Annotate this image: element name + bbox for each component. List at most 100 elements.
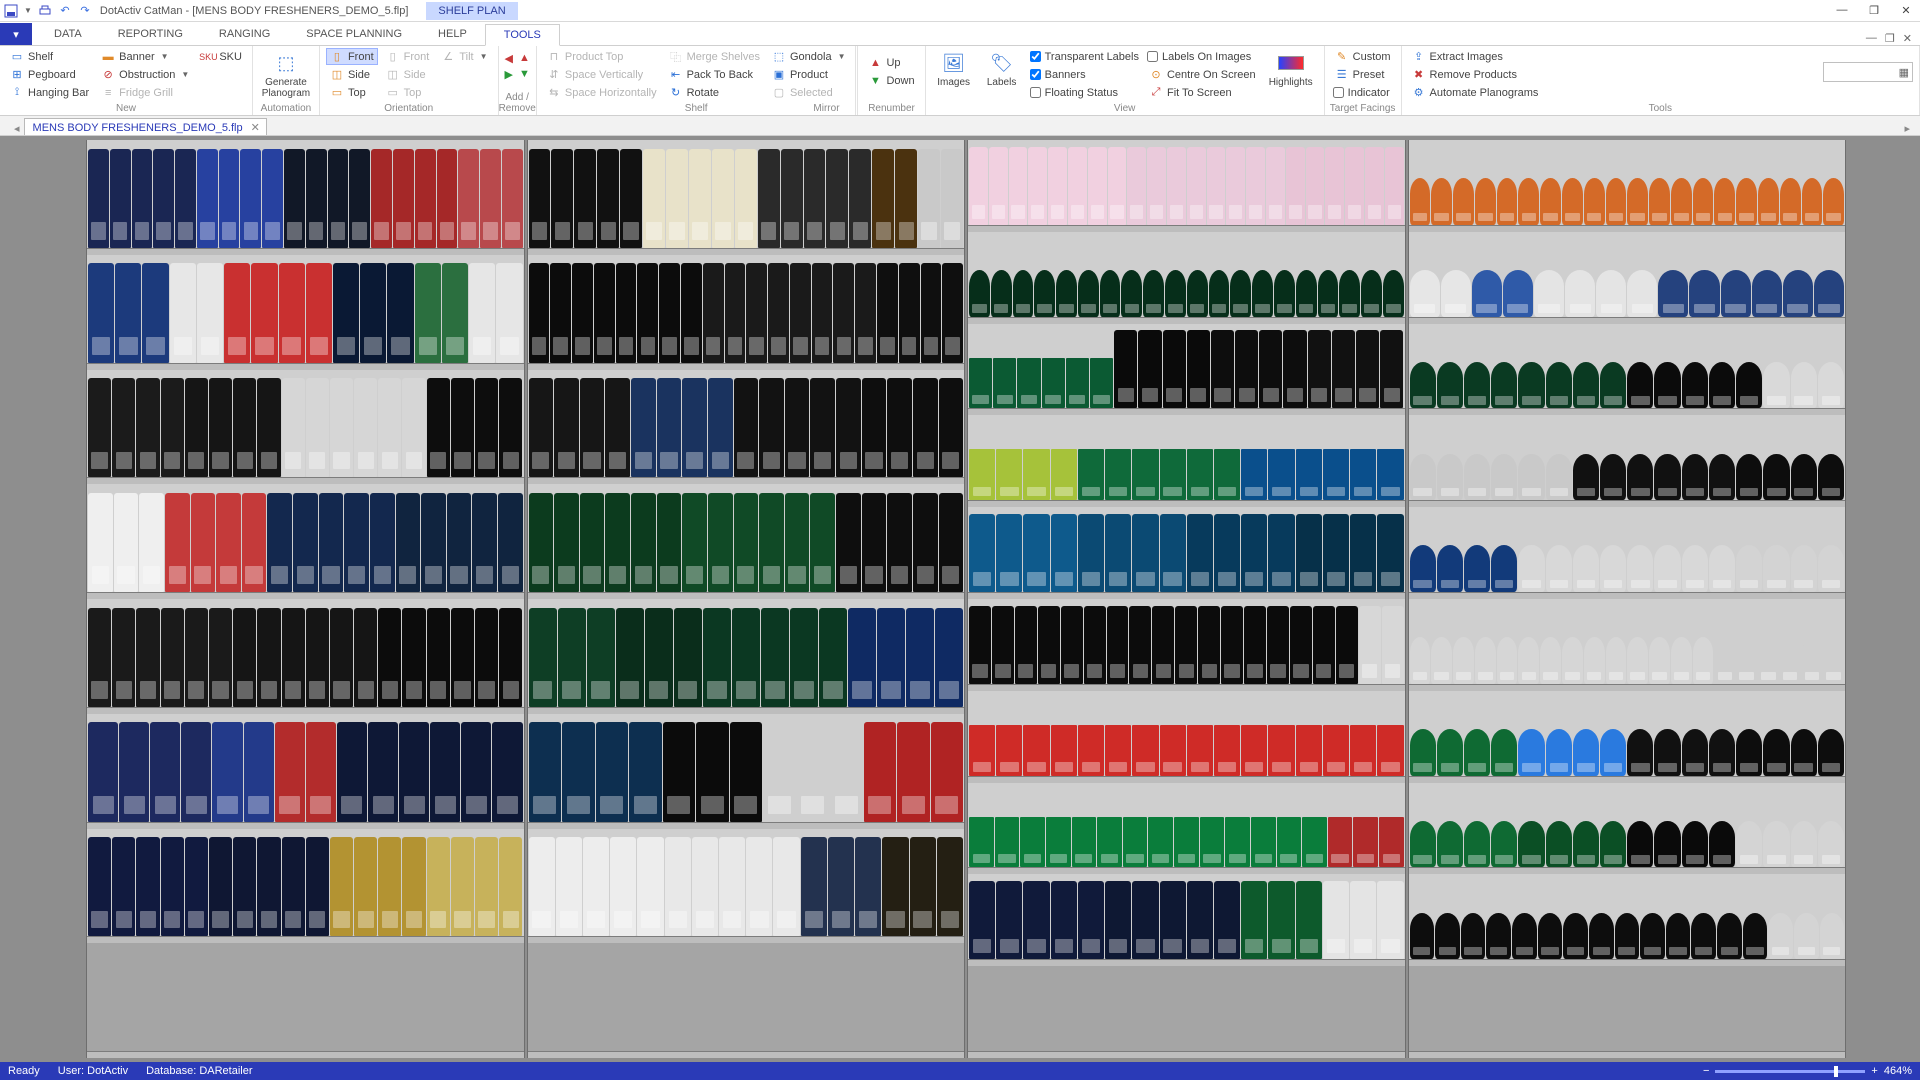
product[interactable] bbox=[801, 837, 827, 936]
product[interactable] bbox=[969, 817, 994, 868]
product[interactable] bbox=[1302, 817, 1327, 868]
product[interactable] bbox=[437, 149, 458, 248]
product[interactable] bbox=[1768, 913, 1793, 960]
product[interactable] bbox=[191, 493, 216, 592]
product[interactable] bbox=[996, 881, 1022, 959]
product[interactable] bbox=[1160, 725, 1186, 776]
shelf[interactable] bbox=[968, 140, 1405, 232]
product[interactable] bbox=[583, 837, 609, 936]
product[interactable] bbox=[921, 263, 942, 362]
document-tab-close[interactable]: ✕ bbox=[251, 121, 260, 134]
product[interactable] bbox=[1332, 330, 1355, 408]
product[interactable] bbox=[572, 263, 593, 362]
product[interactable] bbox=[1649, 178, 1670, 225]
product[interactable] bbox=[136, 608, 159, 707]
product[interactable] bbox=[244, 722, 274, 821]
product[interactable] bbox=[1267, 606, 1289, 684]
product[interactable] bbox=[306, 722, 336, 821]
product[interactable] bbox=[1046, 817, 1071, 868]
product[interactable] bbox=[378, 837, 401, 936]
product[interactable] bbox=[354, 837, 377, 936]
product[interactable] bbox=[1345, 147, 1364, 225]
product[interactable] bbox=[969, 606, 991, 684]
product[interactable] bbox=[1187, 881, 1213, 959]
product[interactable] bbox=[1268, 449, 1294, 500]
product[interactable] bbox=[399, 722, 429, 821]
product[interactable] bbox=[1794, 913, 1819, 960]
product[interactable] bbox=[1600, 821, 1626, 868]
product[interactable] bbox=[1283, 330, 1306, 408]
product[interactable] bbox=[1323, 514, 1349, 592]
product[interactable] bbox=[430, 722, 460, 821]
product[interactable] bbox=[1497, 637, 1518, 684]
arrow-down-icon[interactable]: ▼ bbox=[519, 68, 530, 81]
product[interactable] bbox=[558, 608, 586, 707]
product[interactable] bbox=[458, 149, 479, 248]
product[interactable] bbox=[1763, 729, 1789, 776]
product[interactable] bbox=[209, 837, 232, 936]
product[interactable] bbox=[427, 378, 450, 477]
product[interactable] bbox=[387, 263, 413, 362]
product[interactable] bbox=[1600, 545, 1626, 592]
product[interactable] bbox=[330, 837, 353, 936]
product[interactable] bbox=[1671, 178, 1692, 225]
product[interactable] bbox=[529, 378, 554, 477]
product[interactable] bbox=[1714, 178, 1735, 225]
product[interactable] bbox=[469, 263, 495, 362]
product[interactable] bbox=[498, 493, 523, 592]
product[interactable] bbox=[1163, 330, 1186, 408]
product[interactable] bbox=[1818, 454, 1844, 501]
product[interactable] bbox=[1028, 147, 1047, 225]
product[interactable] bbox=[790, 263, 811, 362]
product[interactable] bbox=[1410, 362, 1436, 409]
product[interactable] bbox=[1627, 178, 1648, 225]
product[interactable] bbox=[1518, 729, 1544, 776]
product[interactable] bbox=[897, 722, 930, 821]
product[interactable] bbox=[918, 149, 940, 248]
product[interactable] bbox=[1562, 178, 1583, 225]
product[interactable] bbox=[1023, 514, 1049, 592]
product[interactable] bbox=[1410, 821, 1436, 868]
product[interactable] bbox=[734, 493, 759, 592]
shelf[interactable] bbox=[1409, 966, 1846, 1058]
product[interactable] bbox=[1410, 270, 1440, 317]
product[interactable] bbox=[219, 149, 240, 248]
product[interactable] bbox=[1365, 147, 1384, 225]
product[interactable] bbox=[1132, 725, 1158, 776]
product[interactable] bbox=[1714, 637, 1735, 684]
product[interactable] bbox=[293, 493, 318, 592]
product[interactable] bbox=[451, 608, 474, 707]
product[interactable] bbox=[112, 837, 135, 936]
product[interactable] bbox=[554, 493, 579, 592]
product[interactable] bbox=[935, 608, 963, 707]
transparent-labels-check[interactable]: Transparent Labels bbox=[1028, 48, 1141, 65]
shelf[interactable] bbox=[1409, 691, 1846, 783]
product[interactable] bbox=[1654, 454, 1680, 501]
product[interactable] bbox=[1709, 362, 1735, 409]
product[interactable] bbox=[529, 149, 551, 248]
product[interactable] bbox=[1763, 362, 1789, 409]
product[interactable] bbox=[812, 263, 833, 362]
product[interactable] bbox=[88, 149, 109, 248]
product[interactable] bbox=[1175, 606, 1197, 684]
product[interactable] bbox=[1649, 637, 1670, 684]
shelf[interactable] bbox=[968, 783, 1405, 875]
product[interactable] bbox=[185, 837, 208, 936]
product[interactable] bbox=[1573, 545, 1599, 592]
arrow-up-icon[interactable]: ▲ bbox=[519, 52, 530, 65]
product[interactable] bbox=[1491, 545, 1517, 592]
product[interactable] bbox=[580, 493, 605, 592]
product[interactable] bbox=[282, 837, 305, 936]
product[interactable] bbox=[368, 722, 398, 821]
product[interactable] bbox=[1328, 817, 1353, 868]
product[interactable] bbox=[1743, 913, 1768, 960]
product[interactable] bbox=[1350, 514, 1376, 592]
product[interactable] bbox=[1763, 454, 1789, 501]
product[interactable] bbox=[1209, 270, 1230, 317]
product[interactable] bbox=[1296, 881, 1322, 959]
mdi-restore[interactable]: ❐ bbox=[1885, 32, 1895, 45]
renumber-up-button[interactable]: ▲Up bbox=[864, 54, 918, 71]
product[interactable] bbox=[1268, 881, 1294, 959]
product[interactable] bbox=[88, 722, 118, 821]
product[interactable] bbox=[1056, 270, 1077, 317]
